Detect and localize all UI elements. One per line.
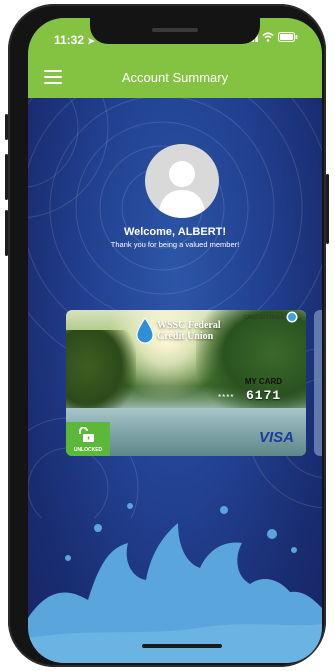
phone-frame: 11:32 ➤ Account Summary Welcome, ALBERT!…: [5, 4, 329, 667]
card-last-four: 6171: [246, 388, 282, 403]
card-lock-toggle[interactable]: UNLOCKED: [66, 422, 110, 456]
card-label: MY CARD: [244, 377, 282, 386]
page-title: Account Summary: [121, 70, 229, 85]
wifi-icon: [262, 32, 274, 42]
card-network-logo: VISA: [258, 429, 294, 446]
welcome-message: Welcome, ALBERT!: [123, 226, 227, 238]
status-time: 11:32 ➤: [54, 33, 95, 47]
mute-switch: [5, 114, 8, 140]
app-header: Account Summary: [28, 58, 322, 98]
water-drop-logo-icon: [136, 318, 154, 344]
battery-icon: [278, 32, 298, 42]
power-button: [326, 174, 329, 244]
card-bank-name: WSSC Federal Credit Union: [157, 320, 221, 342]
thank-you-message: Thank you for being a valued member!: [110, 240, 240, 249]
lock-status-label: UNLOCKED: [73, 447, 103, 453]
debit-card[interactable]: WSSC Federal Credit Union CARD SETTINGS …: [66, 310, 306, 456]
unlocked-padlock-icon: [79, 427, 94, 442]
water-splash-graphic: [28, 503, 322, 663]
card-number-mask: ****: [218, 393, 235, 402]
volume-down-button: [5, 210, 8, 256]
home-indicator[interactable]: [142, 644, 222, 648]
next-card-preview[interactable]: [314, 310, 322, 456]
user-avatar-icon[interactable]: [145, 144, 219, 218]
volume-up-button: [5, 154, 8, 200]
app-screen: 11:32 ➤ Account Summary Welcome, ALBERT!…: [28, 18, 322, 663]
card-settings-icon[interactable]: [288, 313, 296, 321]
device-notch: [90, 18, 260, 44]
card-settings-link[interactable]: CARD SETTINGS: [243, 315, 284, 321]
